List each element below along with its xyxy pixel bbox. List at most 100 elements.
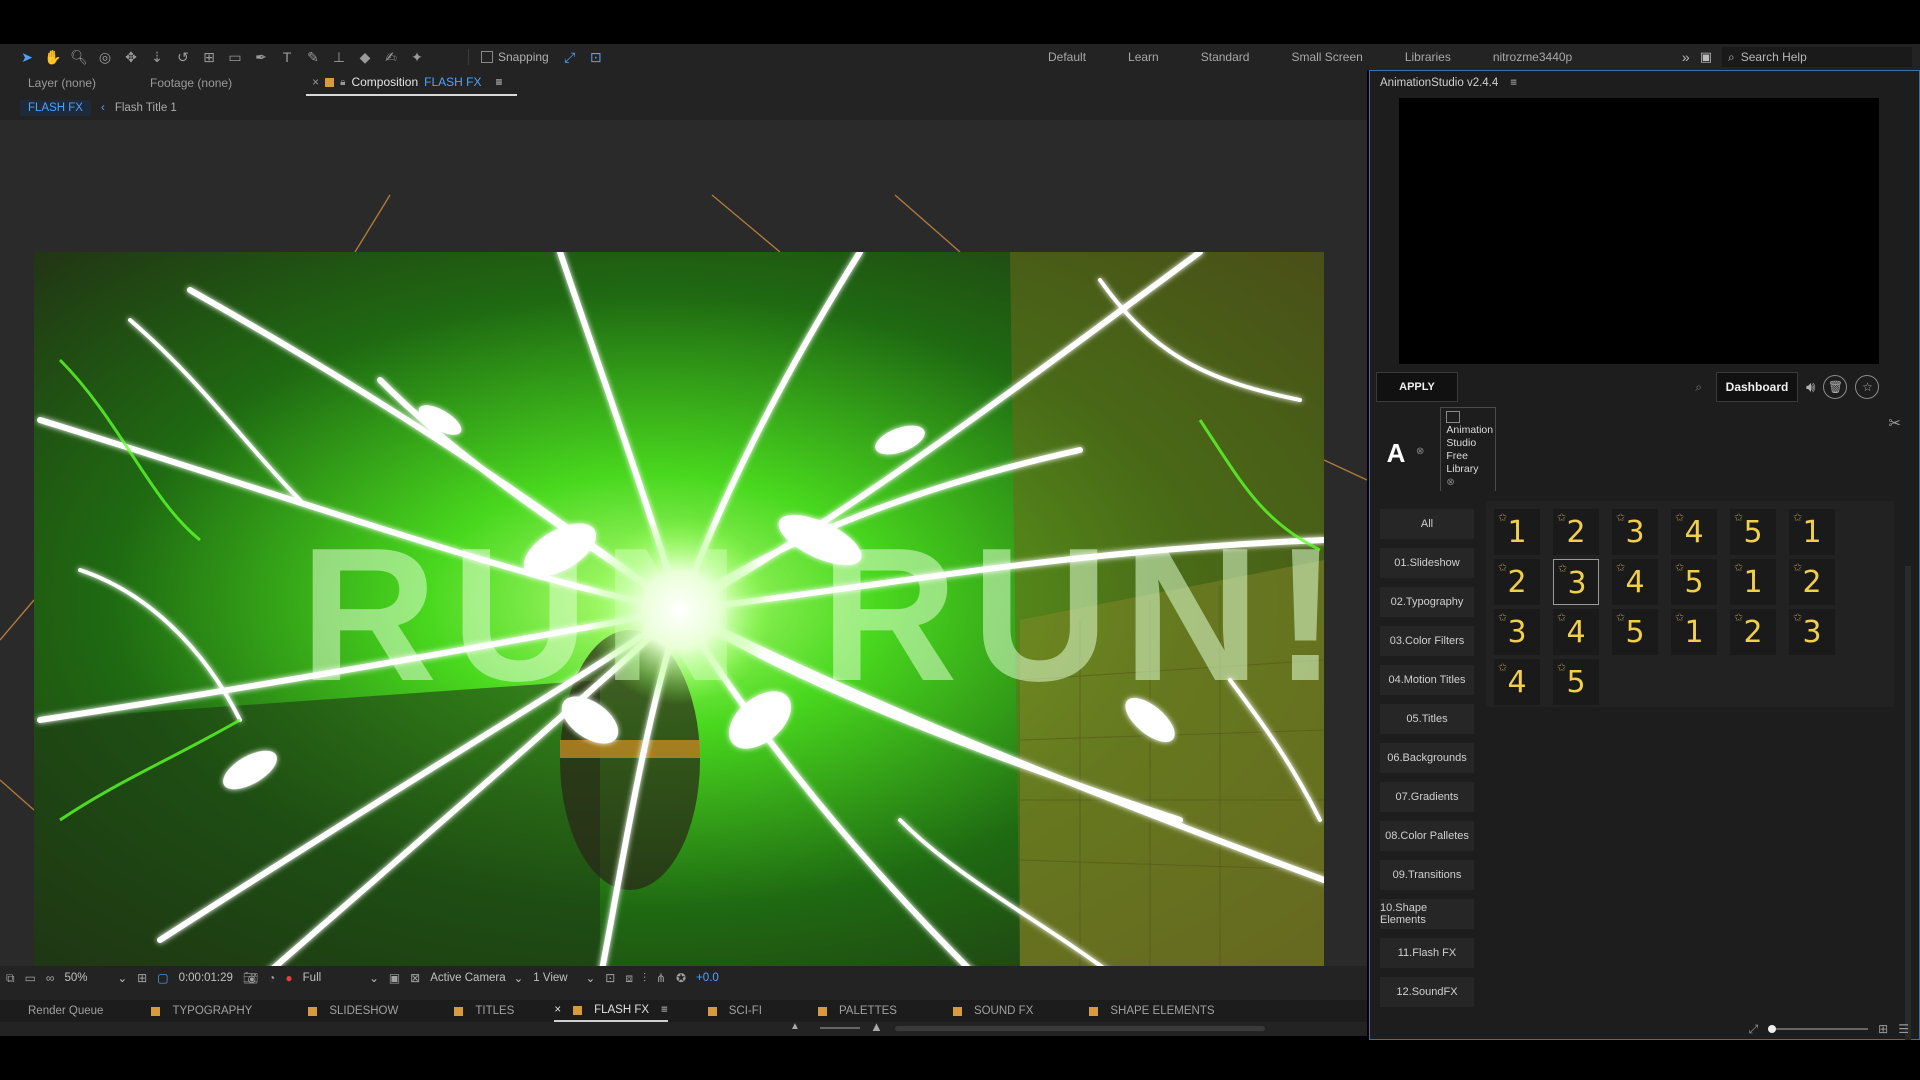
pan-behind-tool-icon[interactable]: ⊞ — [198, 46, 220, 68]
camera-dropdown[interactable]: Active Camera ⌄ — [430, 971, 523, 985]
preset-tile[interactable]: ✩ 4 — [1671, 509, 1717, 555]
magnification-dropdown[interactable]: 50% ⌄ — [64, 971, 127, 985]
preset-tile[interactable]: ✩ 5 — [1730, 509, 1776, 555]
category-transitions[interactable]: 09.Transitions — [1380, 860, 1474, 890]
category-shape-elements[interactable]: 10.Shape Elements — [1380, 899, 1474, 929]
pen-tool-icon[interactable]: ✒ — [250, 46, 272, 68]
category-color-filters[interactable]: 03.Color Filters — [1380, 626, 1474, 656]
rotate-tool-icon[interactable]: ↺ — [172, 46, 194, 68]
category-backgrounds[interactable]: 06.Backgrounds — [1380, 743, 1474, 773]
transparency-grid-icon[interactable]: ⊠ — [410, 971, 420, 985]
zoom-tool-icon[interactable]: 🔍︎ — [68, 46, 90, 68]
thumbnail-size-knob[interactable] — [1768, 1025, 1777, 1033]
workspace-small-screen[interactable]: Small Screen — [1291, 50, 1362, 64]
rectangle-tool-icon[interactable]: ▭ — [224, 46, 246, 68]
timeline-zoom-in-icon[interactable]: ▲ — [870, 1019, 883, 1034]
search-help-field[interactable]: ⌕ Search Help — [1722, 47, 1912, 67]
category-typography[interactable]: 02.Typography — [1380, 587, 1474, 617]
tab-layer[interactable]: Layer (none) — [0, 76, 110, 90]
preset-tile[interactable]: ✩ 2 — [1494, 559, 1540, 605]
more-workspaces-icon[interactable]: » — [1682, 49, 1690, 65]
category-color-palletes[interactable]: 08.Color Palletes — [1380, 821, 1474, 851]
workspace-default[interactable]: Default — [1048, 50, 1086, 64]
free-library-card[interactable]: Animation Studio Free Library ⊗ — [1440, 407, 1497, 491]
puppet-tool-icon[interactable]: ✦ — [406, 46, 428, 68]
current-timecode[interactable]: 0:00:01:29 — [179, 972, 233, 984]
dashboard-button[interactable]: Dashboard — [1716, 372, 1798, 402]
snap-edges-icon[interactable]: ⤢ — [559, 46, 581, 68]
toggle-pixel-aspect-icon[interactable]: ⊡ — [605, 971, 615, 985]
resolution-dropdown[interactable]: Full ⌄ — [303, 971, 379, 985]
pan-tool-icon[interactable]: ✥ — [120, 46, 142, 68]
timeline-icon[interactable]: ⫶ — [643, 971, 646, 986]
show-snapshot-icon[interactable]: ◔ — [268, 971, 275, 985]
category-slideshow[interactable]: 01.Slideshow — [1380, 548, 1474, 578]
close-icon[interactable]: × — [554, 1004, 561, 1016]
fast-previews-icon[interactable]: ▣ — [389, 971, 400, 985]
clone-stamp-tool-icon[interactable]: ⊥ — [328, 46, 350, 68]
tab-footage[interactable]: Footage (none) — [110, 76, 246, 90]
close-icon[interactable]: × — [312, 75, 319, 89]
apply-button[interactable]: APPLY — [1376, 372, 1458, 402]
3d-glasses-icon[interactable]: ∞ — [46, 971, 55, 985]
preset-tile[interactable]: ✩ 1 — [1789, 509, 1835, 555]
preset-tile[interactable]: ✩ 4 — [1553, 609, 1599, 655]
panel-menu-icon[interactable]: ≡ — [496, 75, 503, 89]
roto-brush-tool-icon[interactable]: ✍ — [380, 46, 402, 68]
type-tool-icon[interactable]: T — [276, 46, 298, 68]
category-titles[interactable]: 05.Titles — [1380, 704, 1474, 734]
remove-library-icon[interactable]: ⊗ — [1416, 446, 1424, 457]
workspace-standard[interactable]: Standard — [1201, 50, 1250, 64]
timeline-zoom-out-icon[interactable]: ▲ — [790, 1021, 800, 1032]
draft-3d-icon[interactable]: ⧈ — [625, 971, 633, 986]
fit-view-icon[interactable]: ⤢ — [1749, 1022, 1759, 1037]
tab-typography[interactable]: TYPOGRAPHY — [151, 1005, 252, 1017]
snapshot-camera-icon[interactable]: 📷︎ — [243, 971, 258, 985]
tab-slideshow[interactable]: SLIDESHOW — [308, 1005, 398, 1017]
lock-icon[interactable]: 🔒︎ — [340, 77, 345, 88]
workspace-learn[interactable]: Learn — [1128, 50, 1159, 64]
workspace-user[interactable]: nitrozme3440p — [1493, 50, 1572, 64]
preset-tile[interactable]: ✩ 3 — [1494, 609, 1540, 655]
color-channels-icon[interactable]: ● — [285, 971, 292, 985]
grid-view-icon[interactable]: ⊞ — [1878, 1022, 1888, 1036]
composition-viewer[interactable]: RUN RUN! — [0, 120, 1367, 966]
preset-tile[interactable]: ✩ 2 — [1789, 559, 1835, 605]
preset-tile[interactable]: ✩ 4 — [1494, 659, 1540, 705]
always-preview-icon[interactable]: ⧉ — [6, 971, 15, 986]
preset-tile[interactable]: ✩ 1 — [1671, 609, 1717, 655]
tab-titles[interactable]: TITLES — [454, 1005, 514, 1017]
preset-tile[interactable]: ✩ 2 — [1730, 609, 1776, 655]
tab-flash-fx[interactable]: × FLASH FX ≡ — [554, 1000, 668, 1022]
view-layout-dropdown[interactable]: 1 View ⌄ — [533, 971, 595, 985]
tab-shape-elements[interactable]: SHAPE ELEMENTS — [1089, 1005, 1215, 1017]
tab-render-queue[interactable]: Render Queue — [28, 1005, 103, 1017]
preset-tile[interactable]: ✩ 2 — [1553, 509, 1599, 555]
timeline-zoom-slider[interactable] — [820, 1027, 860, 1029]
tab-palettes[interactable]: PALETTES — [817, 1005, 897, 1017]
snapping-checkbox[interactable] — [481, 51, 493, 63]
orbit-tool-icon[interactable]: ◎ — [94, 46, 116, 68]
tools-icon[interactable]: ✂ — [1888, 414, 1901, 432]
timeline-scrollbar[interactable] — [895, 1026, 1265, 1031]
thumbnail-size-slider[interactable] — [1768, 1025, 1869, 1033]
exposure-value[interactable]: +0.0 — [696, 972, 719, 984]
category-gradients[interactable]: 07.Gradients — [1380, 782, 1474, 812]
workspace-layout-icon[interactable]: ▣ — [1700, 49, 1712, 65]
reset-exposure-icon[interactable]: ✪ — [676, 971, 686, 985]
workspace-libraries[interactable]: Libraries — [1405, 50, 1451, 64]
tab-sound-fx[interactable]: SOUND FX — [952, 1005, 1033, 1017]
preset-search-input[interactable]: ⌕ — [1466, 372, 1708, 402]
trash-icon[interactable]: 🗑︎ — [1823, 375, 1848, 399]
brush-tool-icon[interactable]: ✎ — [302, 46, 324, 68]
region-of-interest-icon[interactable]: ▢ — [157, 971, 168, 985]
category-flash-fx[interactable]: 11.Flash FX — [1380, 938, 1474, 968]
list-view-icon[interactable]: ☰ — [1898, 1022, 1909, 1036]
preset-tile[interactable]: ✩ 5 — [1671, 559, 1717, 605]
tab-sci-fi[interactable]: SCI-FI — [707, 1005, 762, 1017]
preset-tile[interactable]: ✩ 1 — [1730, 559, 1776, 605]
grid-guides-icon[interactable]: ⊞ — [137, 971, 147, 985]
remove-library-icon[interactable]: ⊗ — [1446, 476, 1490, 489]
snap-features-icon[interactable]: ⊡ — [585, 46, 607, 68]
preset-tile[interactable]: ✩ 5 — [1553, 659, 1599, 705]
